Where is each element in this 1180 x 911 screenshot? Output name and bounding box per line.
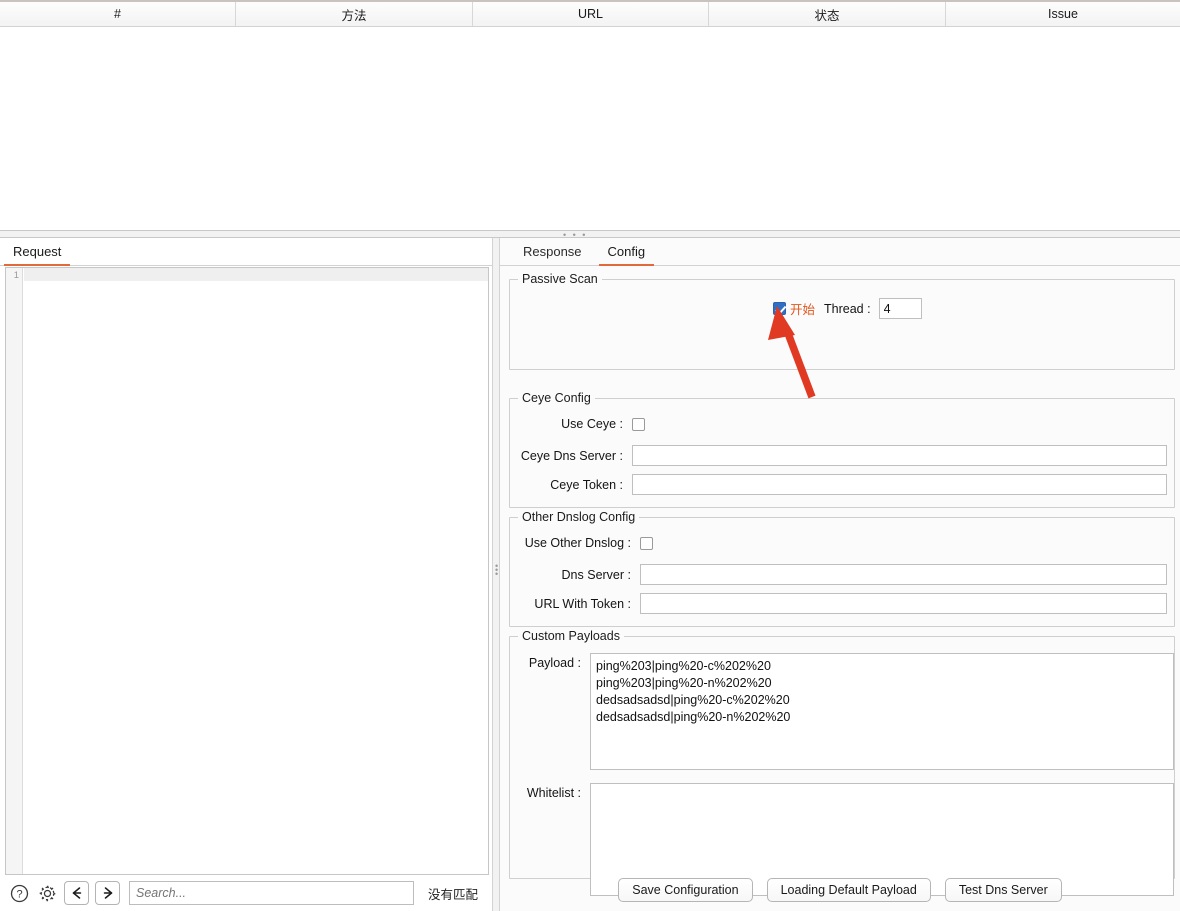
- ceye-dns-server-input[interactable]: [632, 445, 1167, 466]
- column-header-index[interactable]: #: [0, 2, 236, 26]
- loading-default-payload-label: Loading Default Payload: [780, 883, 917, 897]
- passive-scan-group: Passive Scan 开始 Thread :: [509, 272, 1175, 370]
- ceye-dns-server-label: Ceye Dns Server :: [520, 448, 623, 463]
- passive-scan-enable-label: 开始: [790, 303, 816, 317]
- tab-config-label: Config: [607, 244, 646, 259]
- config-panel: Response Config Passive Scan 开始 Thread :…: [500, 238, 1180, 911]
- other-dns-server-input[interactable]: [640, 564, 1167, 585]
- save-configuration-button[interactable]: Save Configuration: [618, 878, 753, 902]
- gutter-line-number: 1: [13, 270, 19, 281]
- search-input[interactable]: [129, 881, 414, 905]
- other-dnslog-config-legend: Other Dnslog Config: [518, 510, 640, 524]
- arrow-right-icon: [103, 887, 112, 899]
- tab-request-label: Request: [13, 244, 62, 259]
- request-tabstrip: Request: [0, 238, 492, 266]
- request-bottom-bar: ? 没有匹配: [0, 875, 492, 911]
- thread-label: Thread :: [824, 301, 871, 316]
- ceye-token-label: Ceye Token :: [550, 477, 623, 492]
- use-other-dnslog-checkbox[interactable]: [640, 536, 653, 550]
- tab-config[interactable]: Config: [595, 241, 659, 266]
- ceye-config-group: Ceye Config Use Ceye : Ceye Dns Server :…: [509, 391, 1176, 508]
- gear-icon[interactable]: [36, 882, 58, 904]
- results-table: # 方法 URL 状态 Issue: [0, 0, 1180, 231]
- config-tabstrip: Response Config: [500, 238, 1180, 266]
- use-other-dnslog-label: Use Other Dnslog :: [524, 536, 631, 550]
- url-with-token-row: URL With Token :: [510, 593, 1176, 614]
- tab-response[interactable]: Response: [510, 241, 595, 265]
- ceye-dns-server-row: Ceye Dns Server :: [510, 445, 1176, 466]
- svg-text:?: ?: [16, 888, 22, 900]
- use-ceye-row: Use Ceye :: [510, 417, 1176, 431]
- forward-button[interactable]: [95, 881, 120, 905]
- request-editor[interactable]: 1: [5, 267, 489, 875]
- thread-count-input[interactable]: [878, 298, 922, 319]
- use-ceye-checkbox[interactable]: [632, 417, 645, 431]
- ceye-token-input[interactable]: [632, 474, 1167, 495]
- custom-payloads-group: Custom Payloads Payload : ping%203|ping%…: [509, 629, 1176, 896]
- loading-default-payload-button[interactable]: Loading Default Payload: [766, 878, 931, 902]
- editor-gutter: 1: [6, 268, 23, 874]
- column-header-url[interactable]: URL: [473, 2, 709, 26]
- save-configuration-label: Save Configuration: [632, 883, 739, 897]
- ceye-token-row: Ceye Token :: [510, 474, 1176, 495]
- passive-scan-row: 开始 Thread :: [773, 298, 922, 319]
- match-status-label: 没有匹配: [427, 887, 478, 902]
- other-dnslog-config-group: Other Dnslog Config Use Other Dnslog : D…: [509, 510, 1176, 627]
- column-header-method[interactable]: 方法: [236, 2, 473, 26]
- vertical-split-grip-dots: • • •: [495, 561, 499, 579]
- url-with-token-label: URL With Token :: [534, 596, 631, 611]
- vertical-split-divider[interactable]: • • •: [492, 238, 500, 911]
- test-dns-server-label: Test Dns Server: [958, 883, 1048, 897]
- test-dns-server-button[interactable]: Test Dns Server: [944, 878, 1062, 902]
- tab-request[interactable]: Request: [0, 241, 74, 266]
- help-icon[interactable]: ?: [8, 882, 30, 904]
- back-button[interactable]: [64, 881, 89, 905]
- use-other-dnslog-row: Use Other Dnslog :: [510, 536, 1176, 550]
- payload-textarea[interactable]: ping%203|ping%20-c%202%20 ping%203|ping%…: [590, 653, 1174, 770]
- payload-label: Payload :: [528, 656, 581, 670]
- url-with-token-input[interactable]: [640, 593, 1167, 614]
- results-table-header: # 方法 URL 状态 Issue: [0, 0, 1180, 27]
- results-table-body[interactable]: [0, 27, 1180, 230]
- custom-payloads-legend: Custom Payloads: [518, 629, 624, 643]
- payload-row: Payload : ping%203|ping%20-c%202%20 ping…: [510, 653, 1176, 770]
- config-body: Passive Scan 开始 Thread : Ceye Config Use…: [500, 267, 1180, 896]
- other-dns-server-row: Dns Server :: [510, 564, 1176, 585]
- tab-response-label: Response: [523, 244, 582, 259]
- editor-current-line-highlight: [24, 268, 488, 281]
- passive-scan-enable-checkbox[interactable]: [773, 302, 786, 315]
- passive-scan-legend: Passive Scan: [518, 272, 602, 286]
- other-dns-server-label: Dns Server :: [561, 567, 631, 582]
- arrow-left-icon: [72, 887, 81, 899]
- use-ceye-label: Use Ceye :: [561, 417, 623, 431]
- request-panel: Request 1 ? Search... 没有匹配: [0, 238, 492, 911]
- split-grip-dots: • • •: [563, 230, 588, 240]
- column-header-status[interactable]: 状态: [709, 2, 946, 26]
- whitelist-label: Whitelist :: [526, 786, 581, 800]
- config-button-row: Save Configuration Loading Default Paylo…: [500, 877, 1180, 903]
- column-header-issue[interactable]: Issue: [946, 2, 1180, 26]
- horizontal-split-divider[interactable]: • • •: [0, 230, 1180, 240]
- ceye-config-legend: Ceye Config: [518, 391, 595, 405]
